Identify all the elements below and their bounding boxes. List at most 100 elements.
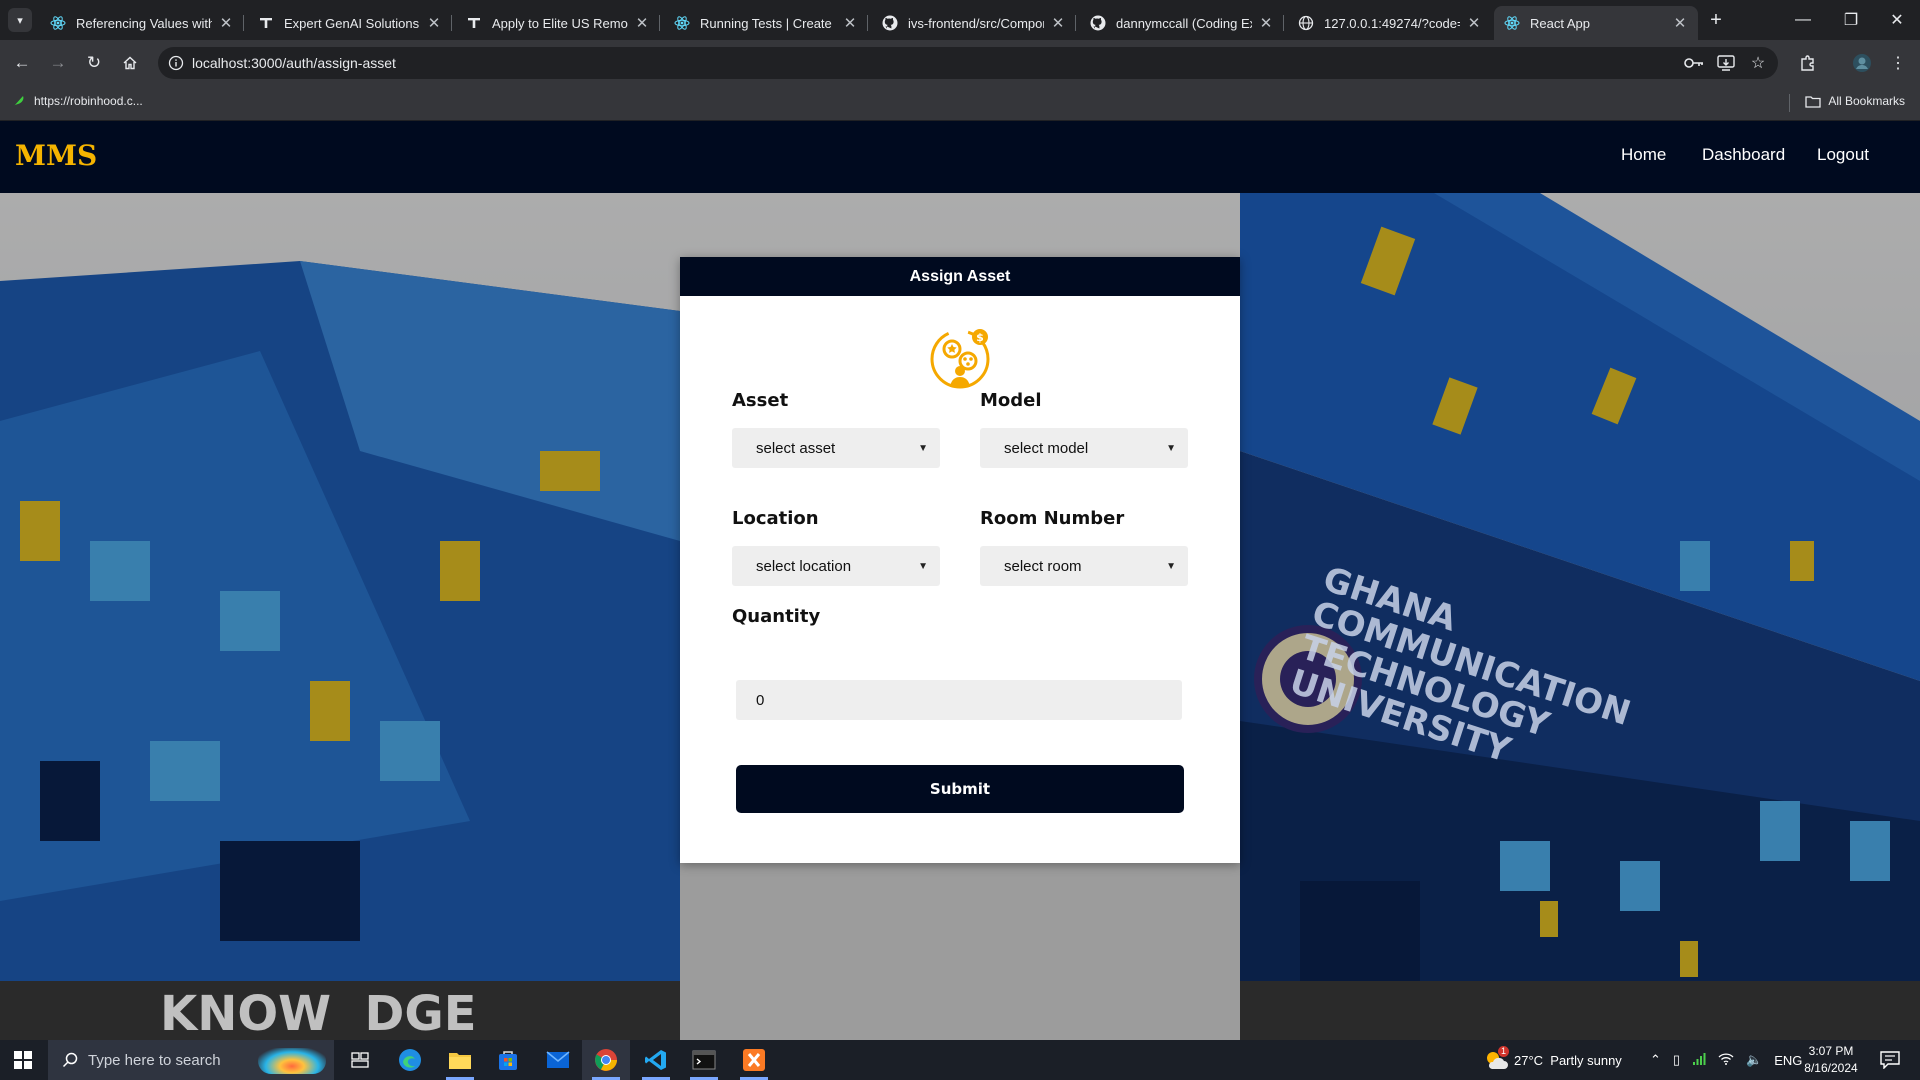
tab-ivs-frontend[interactable]: ivs-frontend/src/Compon ✕	[872, 6, 1076, 40]
submit-button[interactable]: Submit	[736, 765, 1184, 813]
tab-referencing-values[interactable]: Referencing Values with R ✕	[40, 6, 244, 40]
tab-title: 127.0.0.1:49274/?code=4	[1324, 15, 1460, 31]
all-bookmarks-label: All Bookmarks	[1828, 94, 1905, 108]
url-text: localhost:3000/auth/assign-asset	[192, 55, 396, 71]
xampp-icon[interactable]	[730, 1040, 778, 1080]
close-icon[interactable]: ✕	[1672, 14, 1688, 32]
quantity-label: Quantity	[732, 606, 821, 627]
site-info-icon[interactable]	[168, 55, 184, 71]
new-tab-button[interactable]: +	[1704, 8, 1728, 32]
clock-date: 8/16/2024	[1804, 1061, 1858, 1075]
tab-dannymccall[interactable]: dannymccall (Coding Exp ✕	[1080, 6, 1284, 40]
windows-taskbar: Type here to search 1 27°C Partly sunny …	[0, 1040, 1920, 1080]
bookmarks-bar: https://robinhood.c... All Bookmarks	[0, 86, 1920, 121]
restore-button[interactable]: ❐	[1828, 0, 1874, 40]
close-icon[interactable]: ✕	[1466, 14, 1482, 32]
taskbar-search[interactable]: Type here to search	[48, 1040, 334, 1080]
close-icon[interactable]: ✕	[426, 14, 442, 32]
clock[interactable]: 3:07 PM 8/16/2024	[1796, 1043, 1866, 1077]
wifi-icon[interactable]	[1718, 1052, 1734, 1068]
network-signal-icon[interactable]	[1692, 1052, 1706, 1069]
tab-title: Running Tests | Create Re	[700, 15, 836, 31]
mail-icon[interactable]	[534, 1040, 582, 1080]
location-label: Location	[732, 508, 819, 529]
quantity-input[interactable]: 0	[736, 680, 1182, 720]
close-icon[interactable]: ✕	[1050, 14, 1066, 32]
windows-start-button[interactable]	[0, 1040, 46, 1080]
device-icon[interactable]: ▯	[1673, 1052, 1680, 1068]
room-number-label: Room Number	[980, 508, 1125, 529]
weather-text: 27°C Partly sunny	[1514, 1052, 1622, 1068]
tab-title: ivs-frontend/src/Compon	[908, 15, 1044, 31]
brand-logo[interactable]: MMS	[15, 139, 97, 172]
asset-label: Asset	[732, 390, 789, 411]
card-title: Assign Asset	[680, 257, 1240, 296]
install-app-icon[interactable]	[1714, 51, 1738, 75]
tab-title: React App	[1530, 15, 1590, 31]
system-tray-icons: ⌃ ▯ 🔈 ENG	[1650, 1040, 1802, 1080]
nav-logout-link[interactable]: Logout	[1817, 145, 1869, 165]
reload-icon[interactable]: ↻	[82, 51, 106, 75]
bookmark-star-icon[interactable]: ☆	[1746, 51, 1770, 75]
notification-center-icon[interactable]	[1880, 1040, 1900, 1080]
chevron-down-icon: ▼	[918, 442, 928, 454]
quantity-value: 0	[756, 691, 765, 709]
tab-strip: ▾ Referencing Values with R ✕ Expert Gen…	[0, 0, 1920, 40]
forward-icon[interactable]: →	[46, 51, 70, 75]
volume-icon[interactable]: 🔈	[1746, 1052, 1762, 1068]
tab-search-button[interactable]: ▾	[8, 8, 32, 32]
all-bookmarks-button[interactable]: All Bookmarks	[1805, 94, 1905, 108]
asset-select-value: select asset	[756, 439, 836, 457]
windows-logo-icon	[14, 1051, 32, 1069]
profile-avatar[interactable]	[1850, 51, 1874, 75]
task-view-icon[interactable]	[336, 1040, 384, 1080]
globe-icon	[1298, 15, 1314, 31]
tab-apply-elite[interactable]: Apply to Elite US Remote ✕	[456, 6, 660, 40]
nav-dashboard-link[interactable]: Dashboard	[1702, 145, 1785, 165]
home-icon[interactable]	[118, 51, 142, 75]
weather-widget[interactable]: 1 27°C Partly sunny	[1484, 1040, 1622, 1080]
address-bar[interactable]: localhost:3000/auth/assign-asset	[158, 47, 1778, 79]
knowledge-sign: KNOW DGE	[160, 986, 477, 1040]
tab-running-tests[interactable]: Running Tests | Create Re ✕	[664, 6, 868, 40]
model-select[interactable]: select model ▼	[980, 428, 1188, 468]
browser-toolbar: ← → ↻ localhost:3000/auth/assign-asset ☆…	[0, 40, 1920, 86]
app-navbar: MMS Home Dashboard Logout	[0, 121, 1920, 193]
file-explorer-icon[interactable]	[436, 1040, 484, 1080]
close-window-button[interactable]: ✕	[1874, 0, 1920, 40]
turing-icon	[258, 15, 274, 31]
clock-time: 3:07 PM	[1808, 1044, 1854, 1058]
chevron-down-icon: ▼	[918, 560, 928, 572]
close-icon[interactable]: ✕	[634, 14, 650, 32]
minimize-button[interactable]: —	[1780, 0, 1826, 40]
bookmark-label: https://robinhood.c...	[34, 94, 143, 108]
close-icon[interactable]: ✕	[842, 14, 858, 32]
back-icon[interactable]: ←	[10, 51, 34, 75]
password-key-icon[interactable]	[1682, 51, 1706, 75]
location-select[interactable]: select location ▼	[732, 546, 940, 586]
room-select[interactable]: select room ▼	[980, 546, 1188, 586]
bookmark-robinhood[interactable]: https://robinhood.c...	[12, 94, 143, 108]
vscode-icon[interactable]	[632, 1040, 680, 1080]
asset-select[interactable]: select asset ▼	[732, 428, 940, 468]
github-icon	[1090, 15, 1106, 31]
close-icon[interactable]: ✕	[218, 14, 234, 32]
terminal-icon[interactable]	[680, 1040, 728, 1080]
react-icon	[674, 15, 690, 31]
edge-icon[interactable]	[386, 1040, 434, 1080]
assign-asset-card: Assign Asset $ Asset select asset ▼ Mode…	[680, 257, 1240, 863]
nav-home-link[interactable]: Home	[1621, 145, 1666, 165]
chevron-up-icon[interactable]: ⌃	[1650, 1052, 1661, 1068]
weather-badge: 1	[1498, 1046, 1510, 1057]
close-icon[interactable]: ✕	[1258, 14, 1274, 32]
tab-localhost-code[interactable]: 127.0.0.1:49274/?code=4 ✕	[1288, 6, 1492, 40]
tab-title: Apply to Elite US Remote	[492, 15, 628, 31]
tab-expert-genai[interactable]: Expert GenAI Solutions & ✕	[248, 6, 452, 40]
extensions-icon[interactable]	[1796, 51, 1820, 75]
chrome-icon[interactable]	[582, 1040, 630, 1080]
room-select-value: select room	[1004, 557, 1082, 575]
menu-kebab-icon[interactable]: ⋮	[1886, 51, 1910, 75]
microsoft-store-icon[interactable]	[484, 1040, 532, 1080]
tab-react-app[interactable]: React App ✕	[1494, 6, 1698, 40]
tab-title: dannymccall (Coding Exp	[1116, 15, 1252, 31]
